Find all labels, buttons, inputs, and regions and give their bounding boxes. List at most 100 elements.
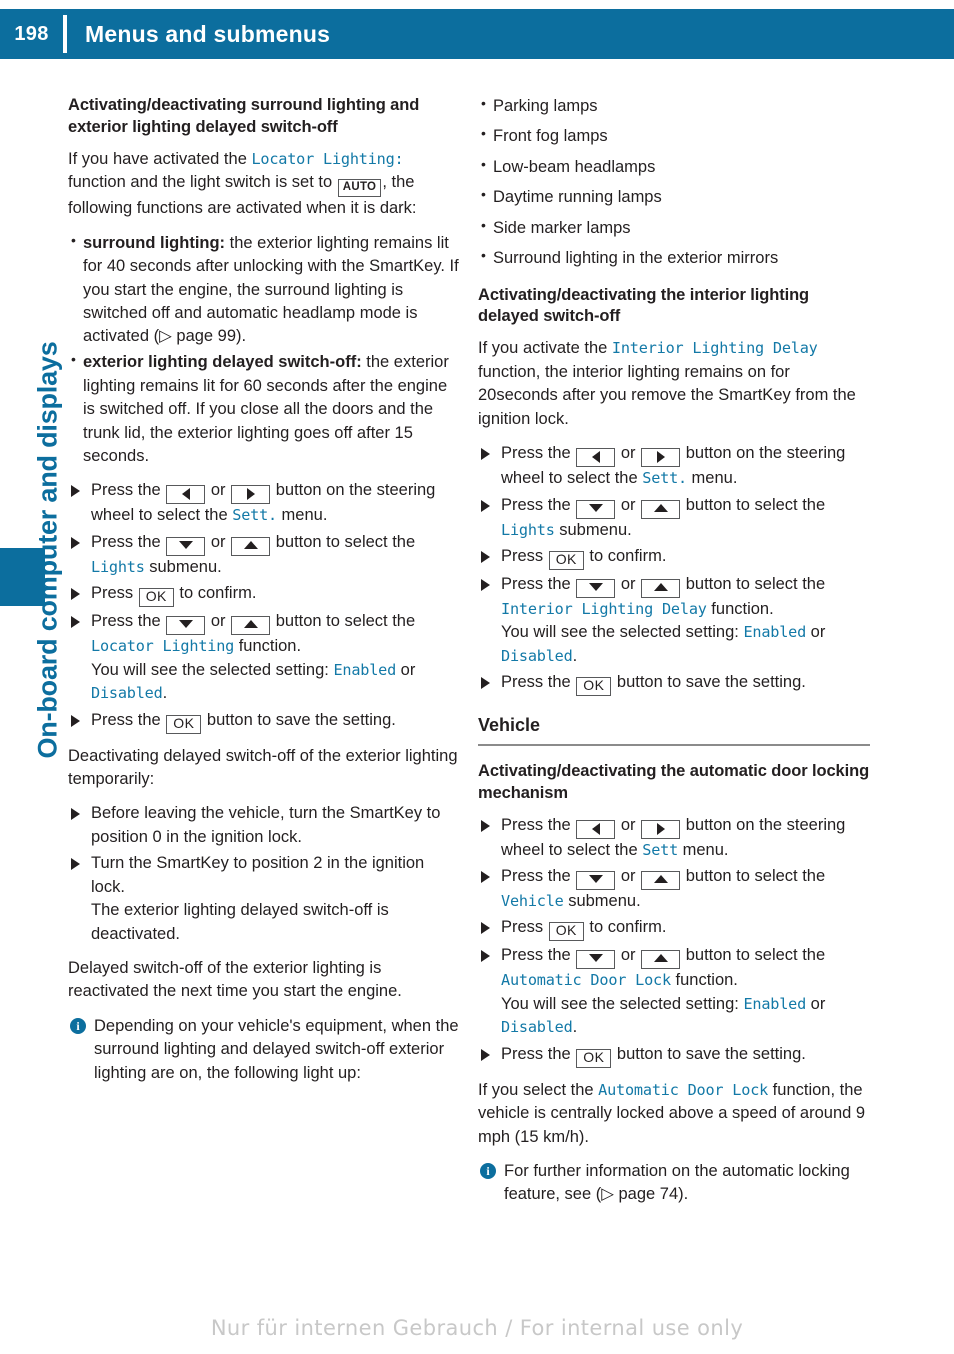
- door-lock-paragraph: If you select the Automatic Door Lock fu…: [478, 1079, 870, 1149]
- step-text: or: [616, 444, 641, 463]
- lights-submenu-value: Lights: [91, 557, 145, 576]
- step-text: Press the: [91, 481, 166, 500]
- step-text: button to select the: [681, 574, 826, 593]
- right-column: Parking lamps Front fog lamps Low-beam h…: [478, 94, 870, 1218]
- step-select-sett-menu: Press the or button on the steering whee…: [478, 442, 870, 490]
- page-header: 198 Menus and submenus: [0, 9, 954, 59]
- down-arrow-key-icon[interactable]: [576, 578, 616, 598]
- bullet-label: exterior lighting delayed switch-off:: [83, 353, 362, 372]
- step-text: to confirm.: [174, 584, 257, 603]
- ok-key-icon[interactable]: OK: [576, 677, 612, 697]
- ok-key-icon[interactable]: OK: [138, 588, 174, 608]
- down-arrow-key-icon[interactable]: [576, 871, 616, 891]
- step-text: Press the: [501, 495, 576, 514]
- intro-text-2: function and the light switch is set to: [68, 173, 337, 192]
- left-heading: Activating/deactivating surround lightin…: [68, 96, 420, 136]
- deactivate-intro: Deactivating delayed switch-off of the e…: [68, 746, 458, 788]
- up-arrow-key-icon[interactable]: [641, 950, 681, 970]
- locator-lighting-function-value: Locator Lighting: [91, 637, 235, 656]
- automatic-door-lock-value: Automatic Door Lock: [501, 971, 671, 990]
- chapter-tab-marker: [0, 548, 45, 606]
- right-arrow-key-icon[interactable]: [231, 485, 271, 505]
- up-arrow-key-icon[interactable]: [641, 578, 681, 598]
- step-select-automatic-door-lock: Press the or button to select the Automa…: [478, 944, 870, 1039]
- step-text: Press the: [501, 673, 576, 692]
- step-text: to confirm.: [584, 918, 667, 937]
- step-select-locator-lighting: Press the or button to select the Locato…: [68, 610, 460, 705]
- step-text: Press: [501, 918, 548, 937]
- up-arrow-key-icon[interactable]: [231, 536, 271, 556]
- automatic-door-lock-value: Automatic Door Lock: [598, 1080, 769, 1099]
- enabled-value: Enabled: [333, 660, 397, 679]
- page-number: 198: [14, 22, 49, 45]
- left-steps-list: Press the or button on the steering whee…: [68, 479, 460, 734]
- chapter-side-rail: On-board computer and displays: [0, 59, 63, 1299]
- step-text: Press the: [91, 532, 166, 551]
- step-select-sett-menu: Press the or button on the steering whee…: [68, 479, 460, 527]
- step-text: button to select the: [271, 532, 416, 551]
- step-text: or: [396, 660, 416, 679]
- ok-key-icon[interactable]: OK: [576, 1048, 612, 1068]
- left-feature-list: surround lighting: the exterior lighting…: [68, 231, 460, 469]
- down-arrow-key-icon[interactable]: [576, 499, 616, 519]
- step-text: function.: [670, 971, 738, 990]
- list-item: Daytime running lamps: [478, 185, 870, 209]
- step-text: Press: [91, 584, 138, 603]
- ok-key-icon[interactable]: OK: [548, 922, 584, 942]
- auto-key-icon: AUTO: [337, 179, 382, 198]
- door-locking-heading: Activating/deactivating the automatic do…: [478, 761, 870, 802]
- page-title: Menus and submenus: [85, 20, 331, 47]
- disabled-value: Disabled: [501, 1018, 573, 1037]
- right-arrow-key-icon[interactable]: [641, 819, 681, 839]
- step-text: or: [206, 532, 231, 551]
- up-arrow-key-icon[interactable]: [641, 499, 681, 519]
- step-text: or: [806, 994, 826, 1013]
- left-arrow-key-icon[interactable]: [576, 448, 616, 468]
- step-text: .: [572, 1018, 578, 1037]
- step-text: Press the: [501, 946, 576, 965]
- disabled-value: Disabled: [91, 684, 163, 703]
- step-text: button to save the setting.: [612, 673, 806, 692]
- left-arrow-key-icon[interactable]: [166, 485, 206, 505]
- up-arrow-key-icon[interactable]: [231, 616, 271, 636]
- step-text: function.: [706, 599, 774, 618]
- step-select-vehicle-submenu: Press the or button to select the Vehicl…: [478, 865, 870, 913]
- list-item: Side marker lamps: [478, 216, 870, 240]
- list-item: surround lighting: the exterior lighting…: [68, 231, 460, 349]
- sett-menu-value: Sett: [642, 840, 679, 859]
- up-arrow-key-icon[interactable]: [641, 871, 681, 891]
- step-smartkey-position-0: Before leaving the vehicle, turn the Sma…: [68, 802, 460, 849]
- list-item: Parking lamps: [478, 94, 870, 118]
- ok-key-icon[interactable]: OK: [548, 550, 584, 570]
- step-text: or: [206, 612, 231, 631]
- down-arrow-key-icon[interactable]: [576, 950, 616, 970]
- door-steps-list: Press the or button on the steering whee…: [478, 814, 870, 1068]
- note-text: For further information on the automatic…: [504, 1162, 850, 1204]
- step-press-ok-save: Press the OK button to save the setting.: [478, 671, 870, 697]
- step-text: You will see the selected setting:: [91, 660, 334, 679]
- step-text: or: [616, 574, 641, 593]
- intro-text-2: function, the interior lighting remains …: [478, 362, 856, 428]
- step-text: submenu.: [144, 557, 222, 576]
- interior-lighting-heading: Activating/deactivating the interior lig…: [478, 285, 810, 326]
- list-item: exterior lighting delayed switch-off: th…: [68, 350, 460, 468]
- step-text: Press the: [91, 710, 166, 729]
- step-text: submenu.: [563, 892, 641, 911]
- sett-menu-value: Sett.: [232, 506, 277, 525]
- step-select-sett-menu: Press the or button on the steering whee…: [478, 814, 870, 862]
- down-arrow-key-icon[interactable]: [166, 616, 206, 636]
- list-item: Surround lighting in the exterior mirror…: [478, 246, 870, 270]
- step-text: .: [162, 684, 168, 703]
- down-arrow-key-icon[interactable]: [166, 536, 206, 556]
- ok-key-icon[interactable]: OK: [166, 714, 202, 734]
- list-item: Front fog lamps: [478, 124, 870, 148]
- step-press-ok-confirm: Press OK to confirm.: [478, 545, 870, 570]
- interior-steps-list: Press the or button on the steering whee…: [478, 442, 870, 697]
- locator-lighting-value: Locator Lighting:: [251, 149, 404, 168]
- left-info-note: i Depending on your vehicle's equipment,…: [68, 1015, 460, 1085]
- right-arrow-key-icon[interactable]: [641, 448, 681, 468]
- info-icon: i: [70, 1017, 86, 1034]
- left-arrow-key-icon[interactable]: [576, 819, 616, 839]
- step-text: or: [616, 815, 641, 834]
- info-icon: i: [480, 1163, 496, 1179]
